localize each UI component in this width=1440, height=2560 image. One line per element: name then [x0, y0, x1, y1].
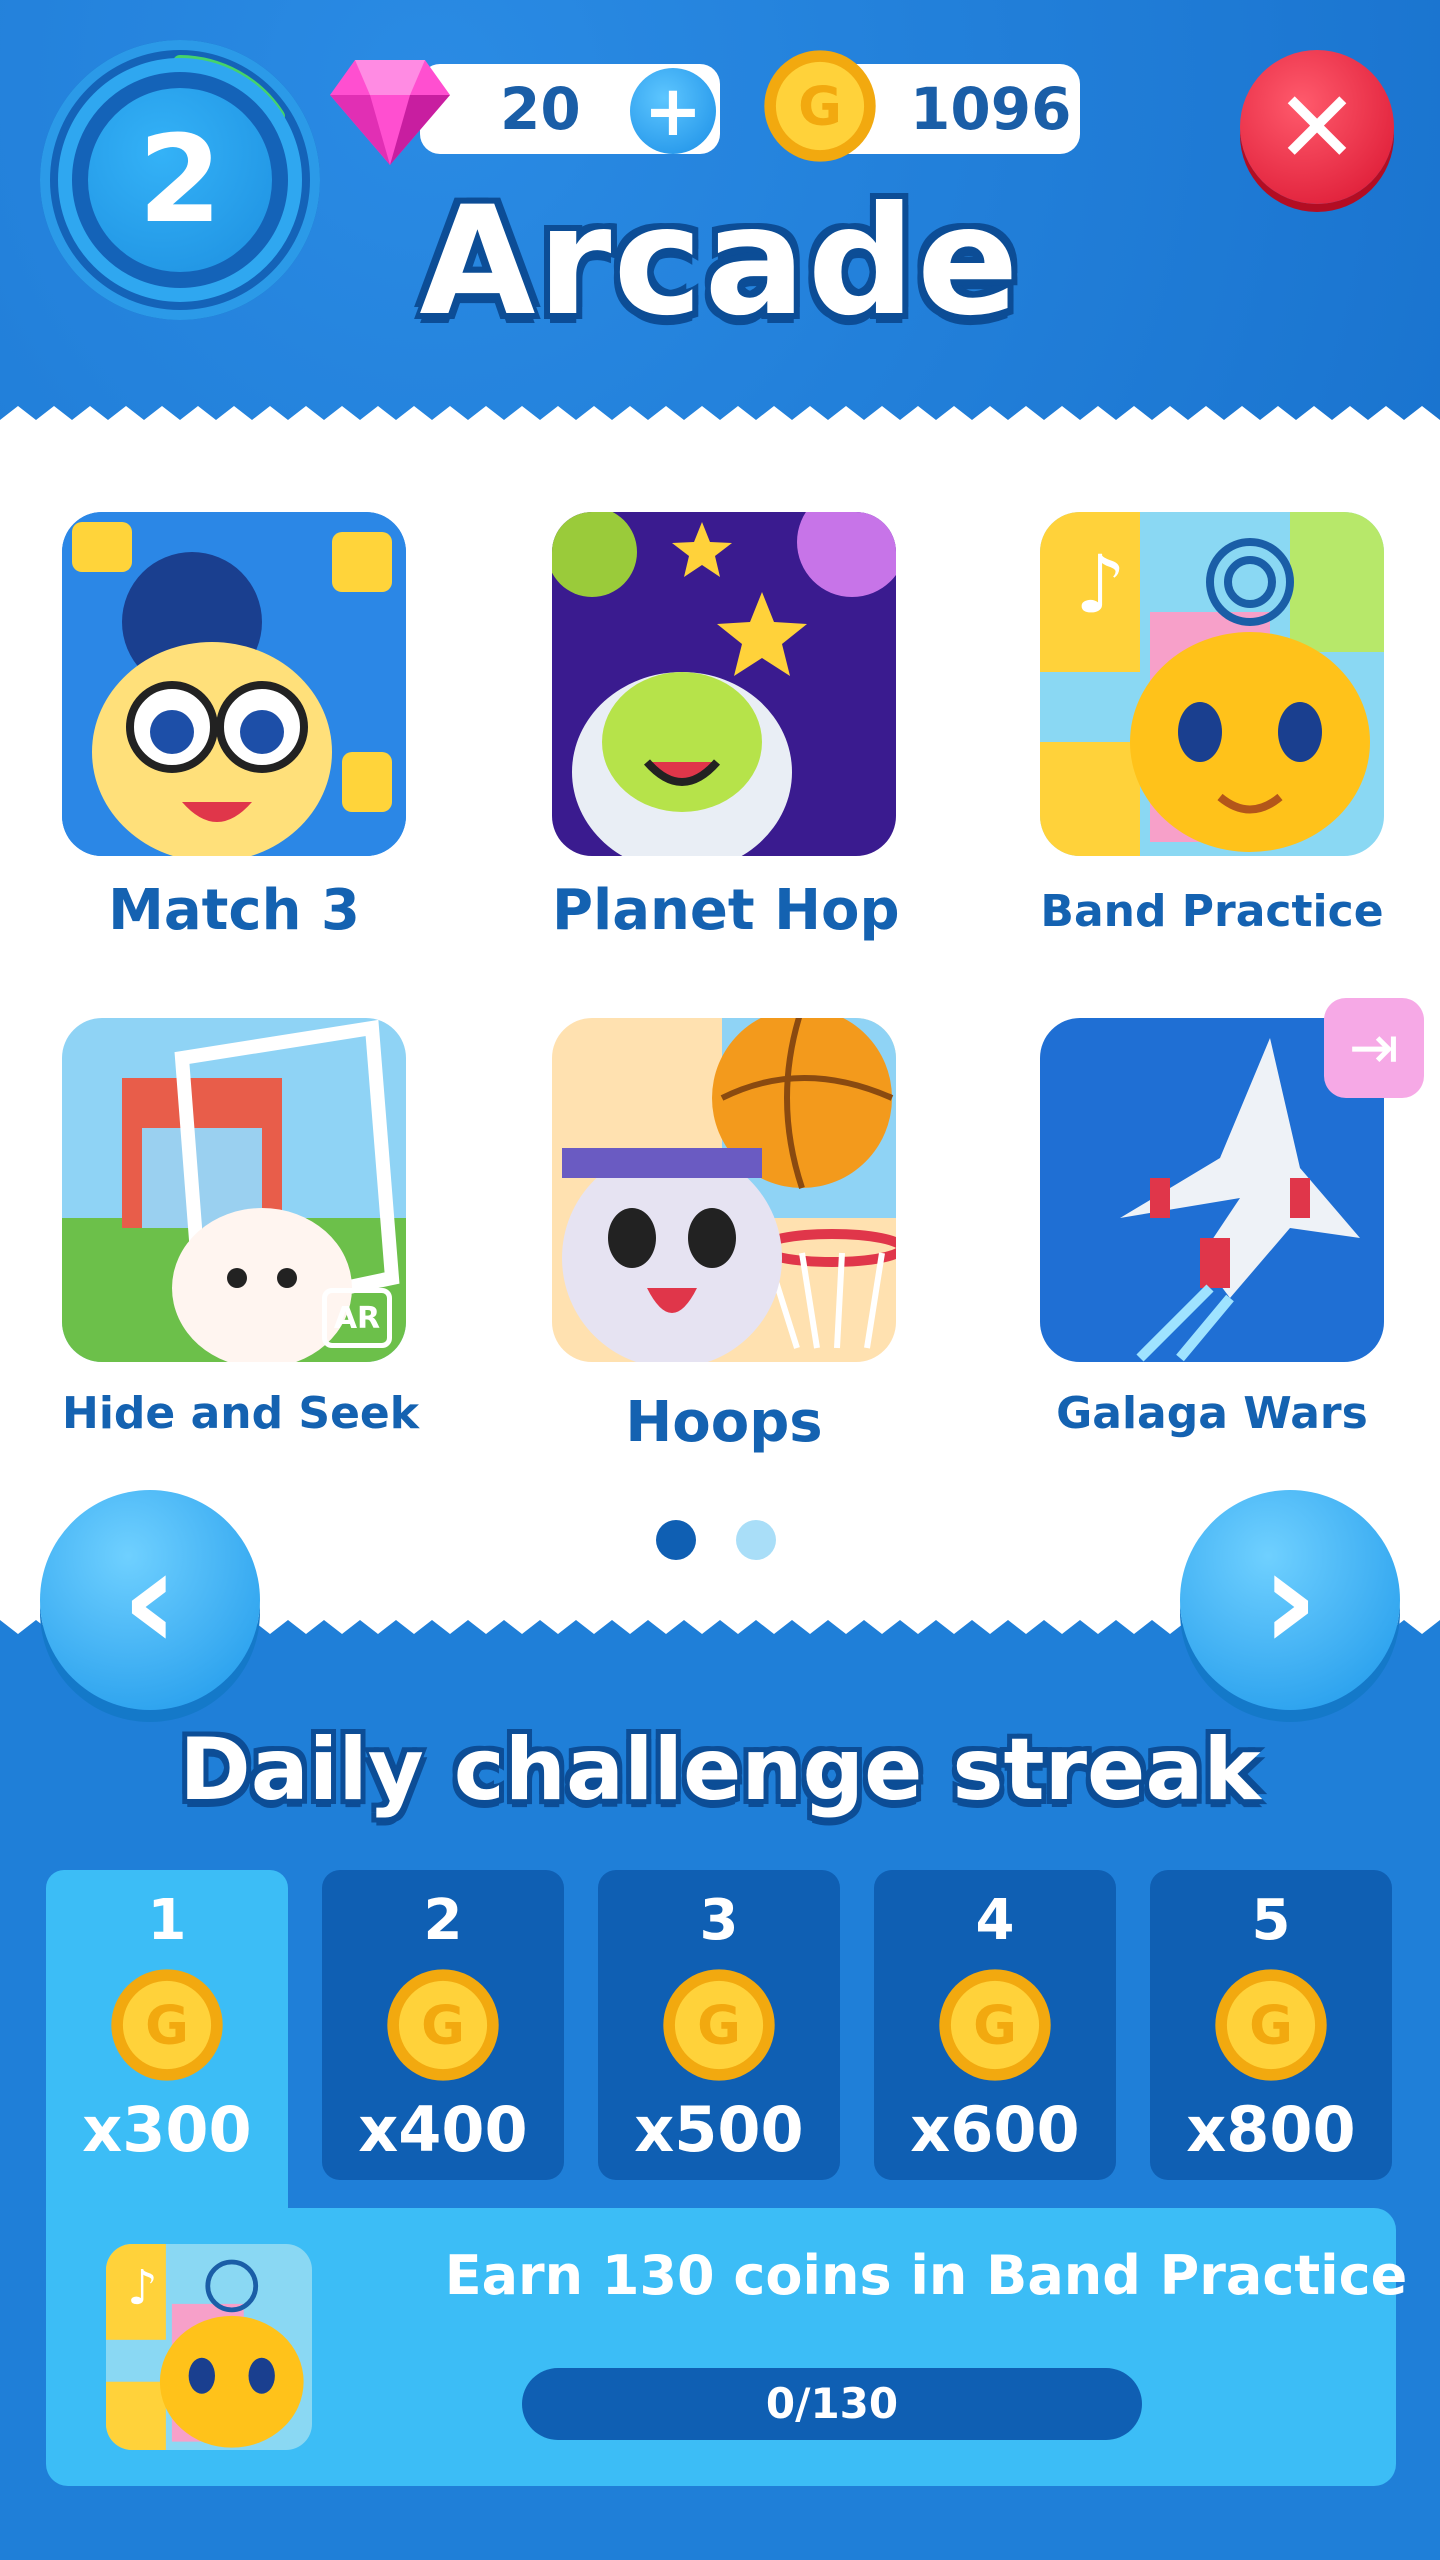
reward-amount: x800: [1186, 2093, 1356, 2166]
reward-amount: x500: [634, 2093, 804, 2166]
game-thumbnail: [552, 1018, 896, 1362]
daily-streak-title: Daily challenge streak: [179, 1720, 1261, 1820]
svg-text:♪: ♪: [1075, 538, 1126, 631]
day-number: 4: [975, 1888, 1015, 1953]
game-thumbnail: [552, 512, 896, 856]
svg-text:G: G: [798, 75, 842, 138]
game-label: Band Practice: [1040, 886, 1384, 937]
svg-text:G: G: [697, 1994, 741, 2057]
challenge-game-thumbnail: ♪: [106, 2244, 312, 2450]
page-title: Arcade: [419, 175, 1021, 349]
ar-badge: AR: [322, 1288, 392, 1348]
gem-icon: [330, 60, 450, 165]
streak-day-5: 5 G x800: [1150, 1870, 1392, 2180]
game-tile-hide-and-seek[interactable]: AR Hide and Seek: [62, 1018, 420, 1439]
coin-icon: G: [764, 50, 876, 162]
game-label: Match 3: [108, 878, 360, 943]
svg-text:G: G: [973, 1994, 1017, 2057]
streak-day-2: 2 G x400: [322, 1870, 564, 2180]
game-tile-hoops[interactable]: Hoops: [552, 1018, 896, 1455]
coin-icon: G: [111, 1969, 223, 2081]
svg-text:♪: ♪: [127, 2261, 158, 2316]
header: 2 20 + 1096 G ✕ Arcade: [0, 0, 1440, 430]
reward-amount: x300: [82, 2093, 252, 2166]
chevron-right-icon: ›: [1261, 1518, 1319, 1682]
game-thumbnail: [62, 512, 406, 856]
coin-icon: G: [1215, 1969, 1327, 2081]
game-tile-band-practice[interactable]: ♪ Band Practice: [1040, 512, 1384, 937]
game-tile-galaga-wars[interactable]: ⇥ Galaga Wars: [1040, 998, 1424, 1439]
day-number: 2: [423, 1888, 463, 1953]
game-label: Hoops: [625, 1390, 823, 1455]
game-thumbnail: ♪: [1040, 512, 1384, 856]
pagination-dot[interactable]: [736, 1520, 776, 1560]
add-gems-button[interactable]: +: [630, 68, 716, 154]
svg-text:G: G: [1249, 1994, 1293, 2057]
svg-text:G: G: [421, 1994, 465, 2057]
pagination-dot-active[interactable]: [656, 1520, 696, 1560]
planet-hop-art: [552, 512, 896, 856]
band-practice-art: ♪: [1040, 512, 1384, 856]
coin-icon: G: [663, 1969, 775, 2081]
chevron-left-icon: ‹: [121, 1518, 179, 1682]
reward-amount: x600: [910, 2093, 1080, 2166]
game-label: Galaga Wars: [1056, 1388, 1368, 1439]
coin-icon: G: [939, 1969, 1051, 2081]
coin-count: 1096: [910, 75, 1072, 143]
next-page-button[interactable]: ›: [1180, 1490, 1400, 1710]
challenge-description: Earn 130 coins in Band Practice: [444, 2244, 1408, 2307]
previous-page-button[interactable]: ‹: [40, 1490, 260, 1710]
challenge-progress-bar: 0/130: [522, 2368, 1142, 2440]
game-label: Planet Hop: [552, 878, 900, 943]
day-number: 5: [1251, 1888, 1291, 1953]
game-label: Hide and Seek: [62, 1388, 420, 1439]
reward-amount: x400: [358, 2093, 528, 2166]
hoops-art: [552, 1018, 896, 1362]
zigzag-top-divider: [0, 406, 1440, 432]
close-icon: ✕: [1275, 68, 1359, 186]
streak-day-3: 3 G x500: [598, 1870, 840, 2180]
game-tile-match-3[interactable]: Match 3: [62, 512, 406, 943]
streak-day-4: 4 G x600: [874, 1870, 1116, 2180]
game-thumbnail: AR: [62, 1018, 406, 1362]
game-tile-planet-hop[interactable]: Planet Hop: [552, 512, 900, 943]
coin-icon: G: [387, 1969, 499, 2081]
plus-icon: +: [643, 70, 703, 152]
streak-day-1: 1 G x300: [46, 1870, 288, 2210]
band-practice-art: ♪: [106, 2244, 312, 2450]
gem-count: 20: [500, 75, 581, 143]
day-number: 3: [699, 1888, 739, 1953]
match-3-art: [62, 512, 406, 856]
day-number: 1: [147, 1888, 187, 1953]
daily-challenge-card[interactable]: ♪ Earn 130 coins in Band Practice 0/130: [46, 2208, 1407, 2486]
share-icon[interactable]: ⇥: [1324, 998, 1424, 1098]
svg-text:G: G: [145, 1994, 189, 2057]
